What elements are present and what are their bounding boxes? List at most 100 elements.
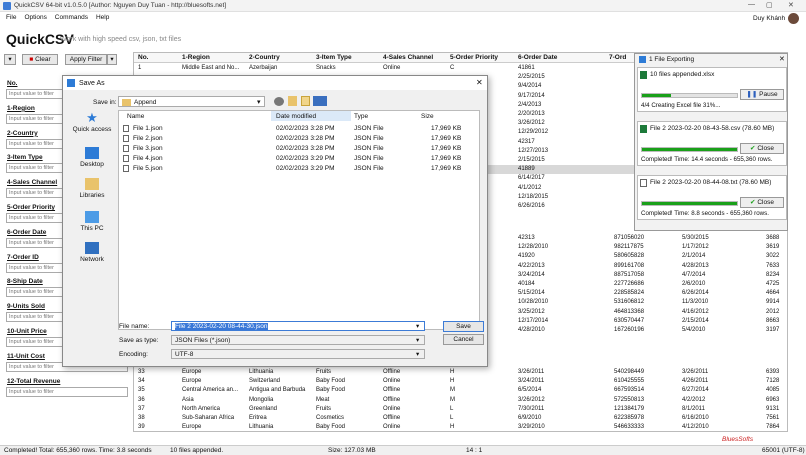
table-cell: Online bbox=[383, 65, 401, 71]
file-row[interactable]: File 4.json 02/02/2023 3:29 PM JSON File 17… bbox=[119, 154, 481, 163]
file-cell: JSON File bbox=[354, 135, 384, 142]
table-cell: 6963 bbox=[766, 396, 780, 403]
grid-col-header[interactable]: 4-Sales Channel bbox=[383, 54, 433, 61]
table-cell: 580605828 bbox=[614, 253, 645, 260]
back-icon[interactable] bbox=[274, 97, 284, 106]
place-libraries[interactable]: Libraries bbox=[69, 178, 115, 199]
file-cell: 02/02/2023 3:29 PM bbox=[276, 165, 335, 172]
window-title: QuickCSV 64-bit v1.0.5.0 [Author: Nguyen… bbox=[14, 2, 227, 9]
maximize-icon[interactable]: ▢ bbox=[766, 1, 773, 9]
file-row[interactable]: File 2.json 02/02/2023 3:28 PM JSON File 17… bbox=[119, 134, 481, 143]
table-cell: 41920 bbox=[518, 253, 535, 260]
new-folder-icon[interactable] bbox=[301, 96, 310, 106]
table-cell: Mongolia bbox=[249, 396, 274, 403]
close-button[interactable]: ✔ Close bbox=[740, 197, 784, 208]
menu-commands[interactable]: Commands bbox=[55, 14, 88, 21]
filter-label-8: 8-Ship Date bbox=[7, 278, 43, 286]
progress-bar bbox=[641, 201, 738, 206]
menu-help[interactable]: Help bbox=[96, 14, 109, 21]
grid-col-header[interactable]: 7-Ord bbox=[609, 54, 626, 61]
grid-col-header[interactable]: 5-Order Priority bbox=[450, 54, 498, 61]
apply-filter-dropdown-icon[interactable]: ▾ bbox=[107, 54, 117, 65]
file-cell: 02/02/2023 3:28 PM bbox=[276, 135, 335, 142]
up-folder-icon[interactable] bbox=[288, 96, 297, 106]
file-cell: File 5.json bbox=[133, 165, 163, 172]
file-row[interactable]: File 3.json 02/02/2023 3:28 PM JSON File 17… bbox=[119, 144, 481, 153]
col-size[interactable]: Size bbox=[421, 113, 434, 120]
table-cell: Europe bbox=[182, 369, 202, 375]
table-row[interactable]: 38 Sub-Saharan Africa Eritrea Cosmetics Offl… bbox=[134, 414, 787, 423]
table-cell: 4/1/2012 bbox=[518, 184, 542, 191]
table-cell: 4085 bbox=[766, 387, 780, 394]
table-cell: 4/2/2012 bbox=[682, 396, 706, 403]
grid-col-header[interactable]: No. bbox=[138, 54, 148, 61]
table-cell: Baby Food bbox=[316, 378, 346, 385]
save-in-combo[interactable]: Append ▾ bbox=[118, 96, 265, 107]
avatar[interactable] bbox=[788, 13, 799, 24]
encoding-select[interactable]: UTF-8 ▾ bbox=[171, 349, 425, 359]
place-this-pc[interactable]: This PC bbox=[69, 211, 115, 232]
table-cell: 41861 bbox=[518, 65, 535, 71]
table-cell: Online bbox=[383, 405, 401, 412]
chevron-down-icon: ▾ bbox=[416, 323, 420, 330]
place-quick-access[interactable]: ★ Quick access bbox=[69, 111, 115, 133]
user-name[interactable]: Duy Khánh bbox=[753, 15, 785, 22]
apply-filter-button[interactable]: Apply Filter bbox=[65, 54, 107, 65]
file-row[interactable]: File 5.json 02/02/2023 3:29 PM JSON File 17… bbox=[119, 164, 481, 173]
col-name[interactable]: Name bbox=[127, 113, 144, 120]
filter-toggle-icon[interactable]: ▾ bbox=[4, 54, 16, 65]
table-row[interactable]: 34 Europe Switzerland Baby Food Online H 3/24/… bbox=[134, 377, 787, 386]
file-cell: JSON File bbox=[354, 155, 384, 162]
table-cell: 2/25/2015 bbox=[518, 74, 545, 81]
title-bar: QuickCSV 64-bit v1.0.5.0 [Author: Nguyen… bbox=[0, 0, 806, 12]
table-cell: 4/22/2013 bbox=[518, 262, 545, 269]
clear-button[interactable]: ■ Clear bbox=[22, 54, 58, 65]
dialog-close-icon[interactable]: ✕ bbox=[476, 78, 483, 87]
file-list[interactable]: Name Date modified Type Size File 1.json… bbox=[118, 110, 480, 330]
export-close-icon[interactable]: ✕ bbox=[779, 55, 785, 63]
table-cell: 572550813 bbox=[614, 396, 645, 403]
table-row[interactable]: 33 Europe Lithuania Fruits Offline H 3/26/2011… bbox=[134, 368, 787, 377]
table-cell: 12/28/2010 bbox=[518, 244, 549, 251]
table-cell: Asia bbox=[182, 396, 194, 403]
file-cell: JSON File bbox=[354, 165, 384, 172]
menu-file[interactable]: File bbox=[6, 14, 16, 21]
minimize-icon[interactable]: — bbox=[748, 1, 755, 8]
file-cell: 17,969 KB bbox=[431, 145, 462, 152]
filter-input-12[interactable]: Input value to filter bbox=[6, 386, 128, 397]
table-cell: 3/24/2011 bbox=[518, 378, 545, 385]
filename-input[interactable]: File 2 2023-02-20 08-44-30.json ▾ bbox=[171, 321, 425, 331]
table-cell: 3688 bbox=[766, 235, 780, 241]
cancel-button[interactable]: Cancel bbox=[443, 334, 484, 345]
grid-col-header[interactable]: 6-Order Date bbox=[518, 54, 557, 61]
table-row[interactable]: 35 Central America an... Antigua and Barbu… bbox=[134, 386, 787, 395]
progress-bar bbox=[641, 147, 738, 152]
table-cell: 2/6/2010 bbox=[682, 281, 706, 287]
table-cell: Baby Food bbox=[316, 424, 346, 431]
table-cell: 531606812 bbox=[614, 299, 645, 306]
grid-col-header[interactable]: 1-Region bbox=[182, 54, 210, 61]
col-date[interactable]: Date modified bbox=[276, 113, 316, 120]
close-button[interactable]: ✔ Close bbox=[740, 143, 784, 154]
table-row[interactable]: 39 Europe Lithuania Baby Food Online H 3/29/20… bbox=[134, 423, 787, 431]
table-row[interactable]: 36 Asia Mongolia Meat Offline M 3/26/2012 57255… bbox=[134, 396, 787, 405]
filter-label-7: 7-Order ID bbox=[7, 253, 39, 261]
file-row[interactable]: File 1.json 02/02/2023 3:28 PM JSON File 17… bbox=[119, 124, 481, 133]
menu-options[interactable]: Options bbox=[24, 14, 46, 21]
save-type-select[interactable]: JSON Files (*.json) ▾ bbox=[171, 335, 425, 345]
libraries-icon bbox=[85, 178, 99, 190]
col-type[interactable]: Type bbox=[354, 113, 368, 120]
close-icon[interactable]: ✕ bbox=[788, 1, 794, 9]
table-cell: 6/5/2014 bbox=[518, 387, 542, 394]
grid-col-header[interactable]: 3-Item Type bbox=[316, 54, 352, 61]
place-network[interactable]: Network bbox=[69, 242, 115, 263]
table-row[interactable]: 37 North America Greenland Fruits Online L 7/3… bbox=[134, 405, 787, 414]
file-cell: File 2.json bbox=[133, 135, 163, 142]
place-desktop[interactable]: Desktop bbox=[69, 147, 115, 168]
save-button[interactable]: Save bbox=[443, 321, 484, 332]
pause-button[interactable]: ❚❚ Pause bbox=[740, 89, 784, 100]
table-cell: 5/15/2014 bbox=[518, 290, 545, 297]
table-cell: 5/4/2010 bbox=[682, 327, 706, 333]
view-menu-icon[interactable] bbox=[313, 96, 327, 106]
grid-col-header[interactable]: 2-Country bbox=[249, 54, 280, 61]
